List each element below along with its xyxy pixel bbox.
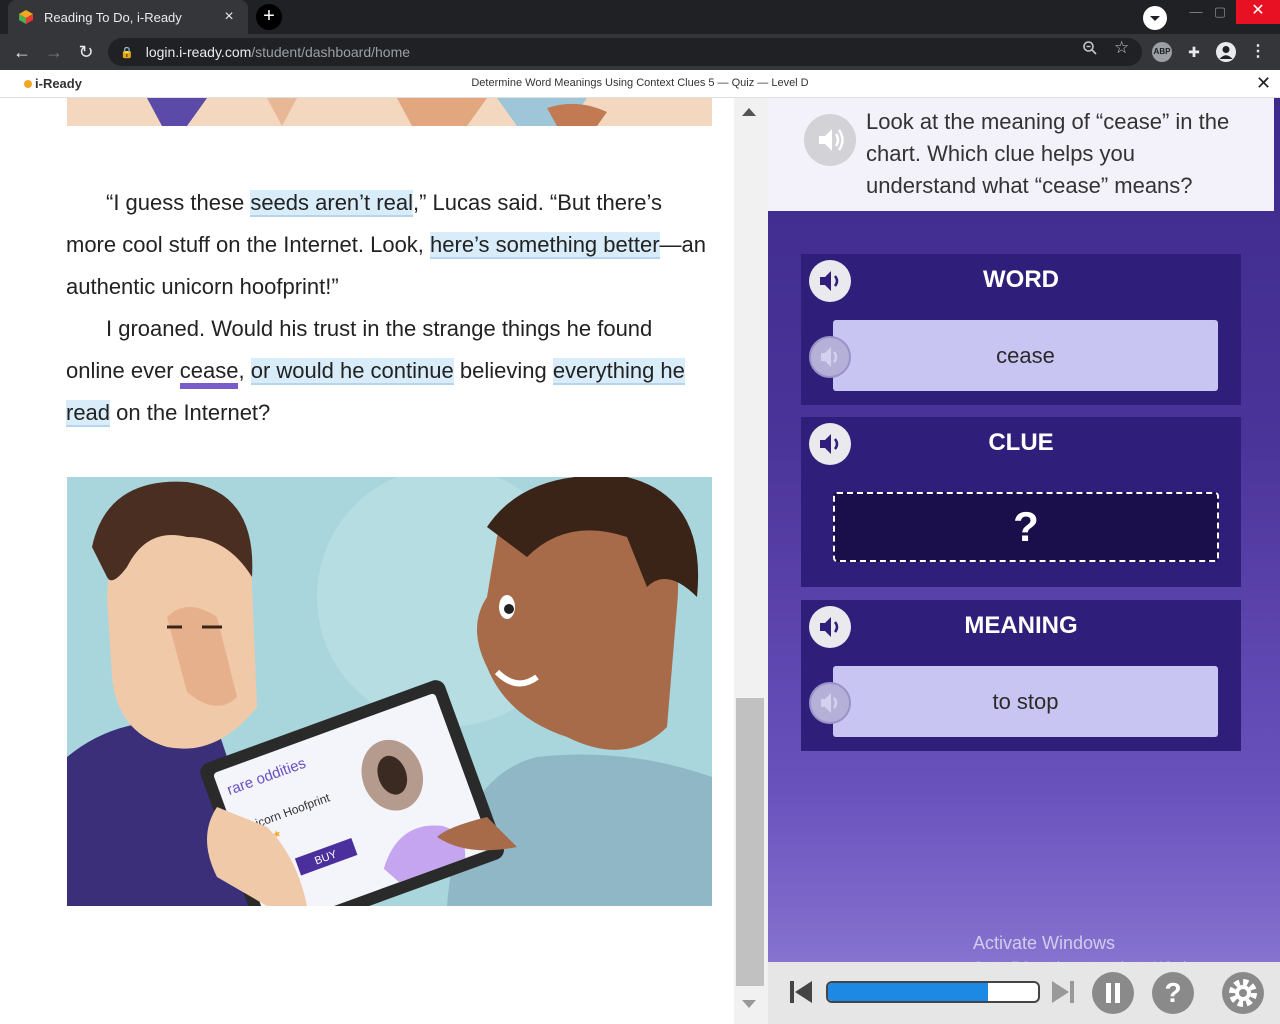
highlighted-clue[interactable]: or would he continue xyxy=(250,358,454,385)
url-path: /student/dashboard/home xyxy=(251,44,411,60)
question-prompt: Look at the meaning of “cease” in the ch… xyxy=(866,109,1230,198)
meaning-value: to stop xyxy=(833,666,1218,737)
reading-panel: “I guess these seeds aren’t real,” Lucas… xyxy=(0,98,734,1024)
speaker-icon xyxy=(821,347,838,367)
more-menu-icon[interactable]: ⋮ xyxy=(1248,42,1268,62)
extensions-puzzle-icon[interactable]: ✚ xyxy=(1184,42,1204,62)
question-panel: Look at the meaning of “cease” in the ch… xyxy=(768,98,1280,974)
lock-icon: 🔒 xyxy=(120,46,134,59)
highlighted-clue[interactable]: here’s something better xyxy=(430,232,660,259)
speaker-icon xyxy=(821,693,838,713)
focus-word: cease xyxy=(179,358,239,389)
address-bar[interactable]: 🔒 login.i-ready.com/student/dashboard/ho… xyxy=(108,38,1142,66)
browser-tab[interactable]: Reading To Do, i-Ready × xyxy=(8,0,248,34)
profile-menu-icon[interactable] xyxy=(1143,6,1167,30)
gear-icon xyxy=(1229,979,1257,1007)
progress-fill xyxy=(828,983,988,1001)
meaning-value-audio-button[interactable] xyxy=(809,682,851,724)
word-block: WORD cease xyxy=(801,254,1241,405)
skip-back-icon[interactable] xyxy=(788,979,814,1005)
lesson-progress-bar xyxy=(826,981,1040,1003)
passage-paragraph-1: “I guess these seeds aren’t real,” Lucas… xyxy=(66,182,716,308)
app-header: i-Ready Determine Word Meanings Using Co… xyxy=(0,70,1280,98)
windows-watermark-title: Activate Windows xyxy=(973,933,1116,953)
account-avatar-icon[interactable] xyxy=(1216,42,1236,62)
highlighted-clue[interactable]: seeds aren’t real xyxy=(250,190,413,217)
word-value-audio-button[interactable] xyxy=(809,336,851,378)
reading-scrollbar[interactable] xyxy=(734,98,768,1024)
chevron-down-icon xyxy=(1150,16,1160,21)
reload-icon[interactable]: ↻ xyxy=(74,40,98,64)
meaning-title: MEANING xyxy=(964,612,1078,639)
close-window-button[interactable]: ✕ xyxy=(1236,0,1280,24)
scroll-thumb[interactable] xyxy=(736,698,764,986)
bookmark-star-icon[interactable]: ☆ xyxy=(1114,38,1129,58)
clue-title: CLUE xyxy=(988,429,1054,456)
word-value: cease xyxy=(833,320,1218,391)
passage-text: believing xyxy=(453,358,553,383)
scroll-up-arrow-icon[interactable] xyxy=(742,108,756,116)
browser-tab-bar: Reading To Do, i-Ready × + — ▢ ✕ xyxy=(0,0,1280,34)
passage-text: on the Internet? xyxy=(110,400,271,425)
help-button[interactable]: ? xyxy=(1152,972,1194,1014)
maximize-window-button[interactable]: ▢ xyxy=(1200,0,1240,30)
reading-passage: “I guess these seeds aren’t real,” Lucas… xyxy=(66,182,716,434)
passage-text: , xyxy=(238,358,251,383)
pause-icon xyxy=(1106,983,1120,1003)
question-box: Look at the meaning of “cease” in the ch… xyxy=(768,98,1274,211)
speaker-icon xyxy=(819,129,844,151)
meaning-block: MEANING to stop xyxy=(801,600,1241,751)
clue-drop-target[interactable]: ? xyxy=(833,492,1219,562)
top-illustration xyxy=(67,98,712,126)
close-lesson-icon[interactable]: ✕ xyxy=(1256,73,1271,94)
pause-button[interactable] xyxy=(1092,972,1134,1014)
story-illustration: rare oddities Unicorn Hoofprint ★★★★ BUY xyxy=(67,477,712,906)
tab-close-icon[interactable]: × xyxy=(220,8,238,26)
back-arrow-icon[interactable]: ← xyxy=(10,40,34,64)
clue-block: CLUE ? xyxy=(801,417,1241,587)
tab-title: Reading To Do, i-Ready xyxy=(44,9,182,25)
person-icon xyxy=(1219,46,1233,59)
new-tab-button[interactable]: + xyxy=(256,4,282,30)
word-title: WORD xyxy=(983,266,1059,293)
forward-arrow-icon[interactable]: → xyxy=(42,40,66,64)
scroll-down-arrow-icon[interactable] xyxy=(742,1000,756,1008)
settings-button[interactable] xyxy=(1222,972,1264,1014)
adblock-extension-icon[interactable]: ABP xyxy=(1152,42,1172,62)
iready-favicon-icon xyxy=(19,10,33,24)
browser-toolbar: ← → ↻ 🔒 login.i-ready.com/student/dashbo… xyxy=(0,34,1280,70)
passage-text: “I guess these xyxy=(106,190,251,215)
zoom-icon[interactable] xyxy=(1082,40,1098,56)
lesson-control-bar: ? xyxy=(768,962,1280,1024)
question-audio-button[interactable] xyxy=(804,114,856,166)
quiz-title: Determine Word Meanings Using Context Cl… xyxy=(471,77,809,89)
skip-forward-icon[interactable] xyxy=(1050,979,1076,1005)
passage-paragraph-2: I groaned. Would his trust in the strang… xyxy=(66,308,716,434)
url-host: login.i-ready.com xyxy=(145,44,252,60)
